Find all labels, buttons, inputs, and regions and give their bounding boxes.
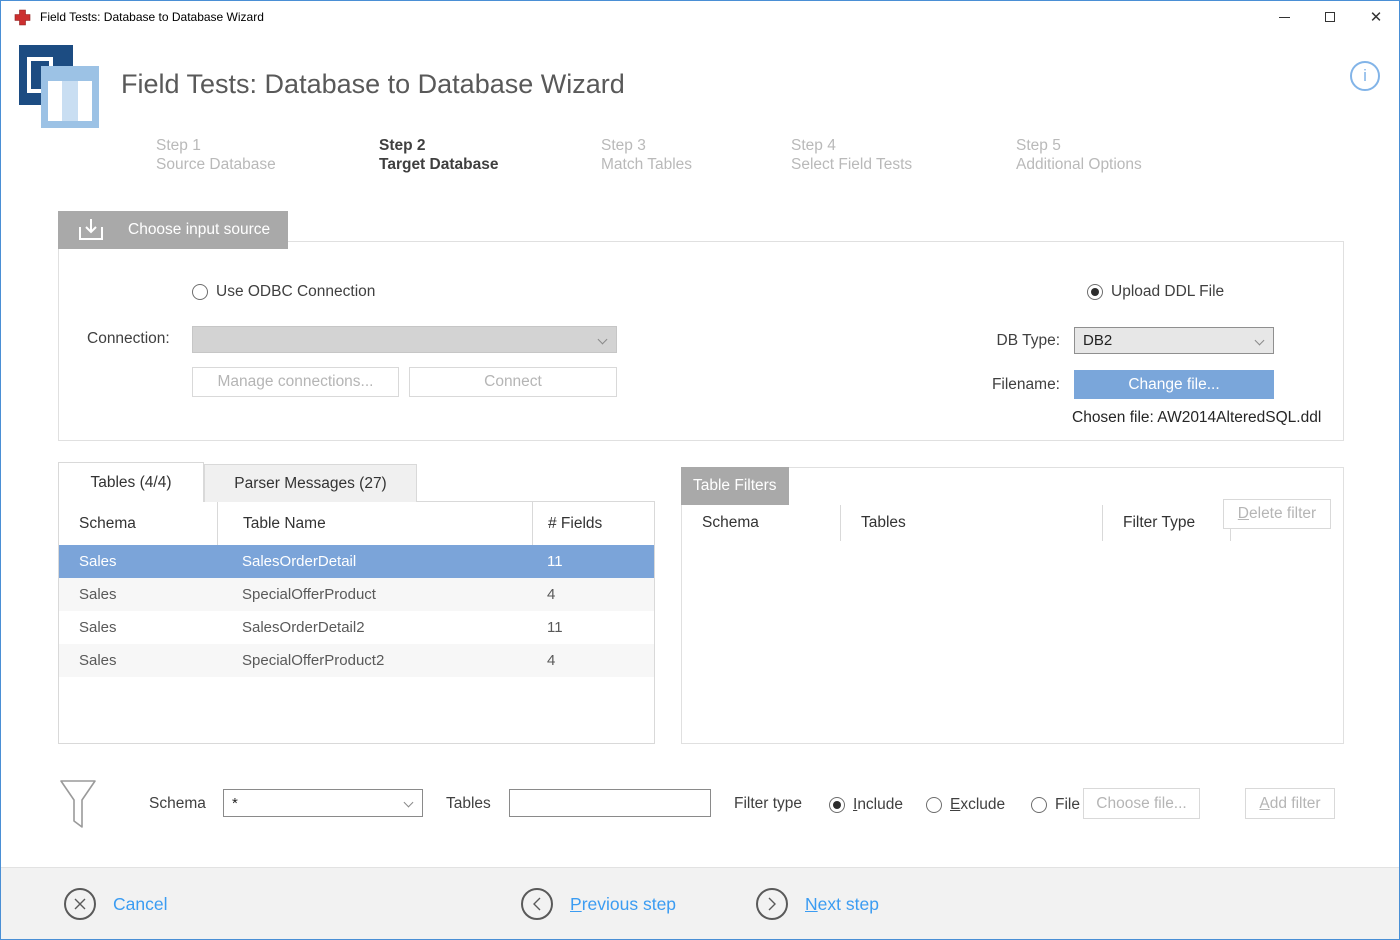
chosen-file-text: Chosen file: AW2014AlteredSQL.ddl <box>1072 409 1321 427</box>
col-fields: # Fields <box>532 502 654 545</box>
schema-filter-select[interactable]: * <box>223 789 423 817</box>
radio-checked-icon <box>829 797 845 813</box>
change-file-button[interactable]: Change file... <box>1074 370 1274 399</box>
col-filter-schema: Schema <box>682 505 840 541</box>
filter-type-label: Filter type <box>734 795 802 813</box>
choose-file-button[interactable]: Choose file... <box>1083 788 1200 819</box>
tab-tables[interactable]: Tables (4/4) <box>58 462 204 502</box>
info-icon[interactable]: i <box>1350 61 1380 91</box>
add-filter-bar: Schema * Tables Filter type Include Excl… <box>1 771 1399 841</box>
tables-header-row: Schema Table Name # Fields <box>59 502 654 545</box>
col-table-name: Table Name <box>217 502 532 545</box>
radio-checked-icon <box>1087 284 1103 300</box>
chevron-left-icon <box>521 888 553 920</box>
step-5: Step 5 Additional Options <box>1016 136 1142 174</box>
connection-select[interactable] <box>192 326 617 353</box>
exclude-radio[interactable]: Exclude <box>926 796 1005 814</box>
input-source-panel: Choose input source Use ODBC Connection … <box>58 241 1344 441</box>
cancel-button[interactable]: Cancel <box>64 888 167 920</box>
tables-panel: Schema Table Name # Fields Sales SalesOr… <box>58 501 655 744</box>
app-window: Field Tests: Database to Database Wizard… <box>0 0 1400 940</box>
step-indicator: Step 1 Source Database Step 2 Target Dat… <box>1 136 1399 182</box>
schema-filter-label: Schema <box>149 795 206 813</box>
cancel-x-icon <box>64 888 96 920</box>
db-type-select[interactable]: DB2 <box>1074 327 1274 354</box>
col-filter-type: Filter Type <box>1102 505 1230 541</box>
tables-filter-input[interactable] <box>509 789 711 817</box>
chevron-down-icon <box>598 335 608 345</box>
table-row[interactable]: Sales SalesOrderDetail2 11 <box>59 611 654 644</box>
table-row[interactable]: Sales SalesOrderDetail 11 <box>59 545 654 578</box>
tables-filter-label: Tables <box>446 795 491 813</box>
maximize-icon[interactable] <box>1307 1 1353 33</box>
step-1: Step 1 Source Database <box>156 136 276 174</box>
connection-label: Connection: <box>87 330 170 348</box>
chevron-down-icon <box>404 798 414 808</box>
col-schema: Schema <box>59 502 217 545</box>
download-icon <box>76 217 106 243</box>
filename-label: Filename: <box>979 376 1060 394</box>
include-radio[interactable]: Include <box>829 796 903 814</box>
file-radio[interactable]: File <box>1031 796 1080 814</box>
funnel-icon <box>59 779 97 831</box>
step-4: Step 4 Select Field Tests <box>791 136 912 174</box>
step-3: Step 3 Match Tables <box>601 136 692 174</box>
next-step-button[interactable]: Next step <box>756 888 879 920</box>
close-icon[interactable]: ✕ <box>1353 1 1399 33</box>
tab-parser-messages[interactable]: Parser Messages (27) <box>204 464 417 502</box>
radio-icon <box>1031 797 1047 813</box>
table-row[interactable]: Sales SpecialOfferProduct 4 <box>59 578 654 611</box>
delete-filter-button[interactable]: Delete filter <box>1223 499 1331 529</box>
minimize-icon[interactable] <box>1261 1 1307 33</box>
upload-ddl-radio[interactable]: Upload DDL File <box>1087 283 1224 301</box>
table-row[interactable]: Sales SpecialOfferProduct2 4 <box>59 644 654 677</box>
chevron-right-icon <box>756 888 788 920</box>
odbc-connection-radio[interactable]: Use ODBC Connection <box>192 283 375 301</box>
window-title: Field Tests: Database to Database Wizard <box>40 10 264 24</box>
step-2-current: Step 2 Target Database <box>379 136 498 174</box>
page-title: Field Tests: Database to Database Wizard <box>121 69 625 100</box>
chevron-down-icon <box>1255 336 1265 346</box>
manage-connections-button[interactable]: Manage connections... <box>192 367 399 397</box>
app-logo <box>19 45 99 128</box>
footer: Cancel Previous step Next step <box>1 867 1399 940</box>
titlebar: Field Tests: Database to Database Wizard… <box>1 1 1399 33</box>
input-source-panel-header: Choose input source <box>58 211 288 249</box>
radio-icon <box>192 284 208 300</box>
connect-button[interactable]: Connect <box>409 367 617 397</box>
db-type-label: DB Type: <box>980 332 1060 350</box>
previous-step-button[interactable]: Previous step <box>521 888 676 920</box>
add-filter-button[interactable]: Add filter <box>1245 788 1335 819</box>
radio-icon <box>926 797 942 813</box>
col-filter-tables: Tables <box>840 505 1102 541</box>
app-cross-icon <box>14 9 31 26</box>
table-filters-header: Table Filters <box>681 467 789 505</box>
table-filters-panel: Table Filters Schema Tables Filter Type … <box>681 467 1344 744</box>
